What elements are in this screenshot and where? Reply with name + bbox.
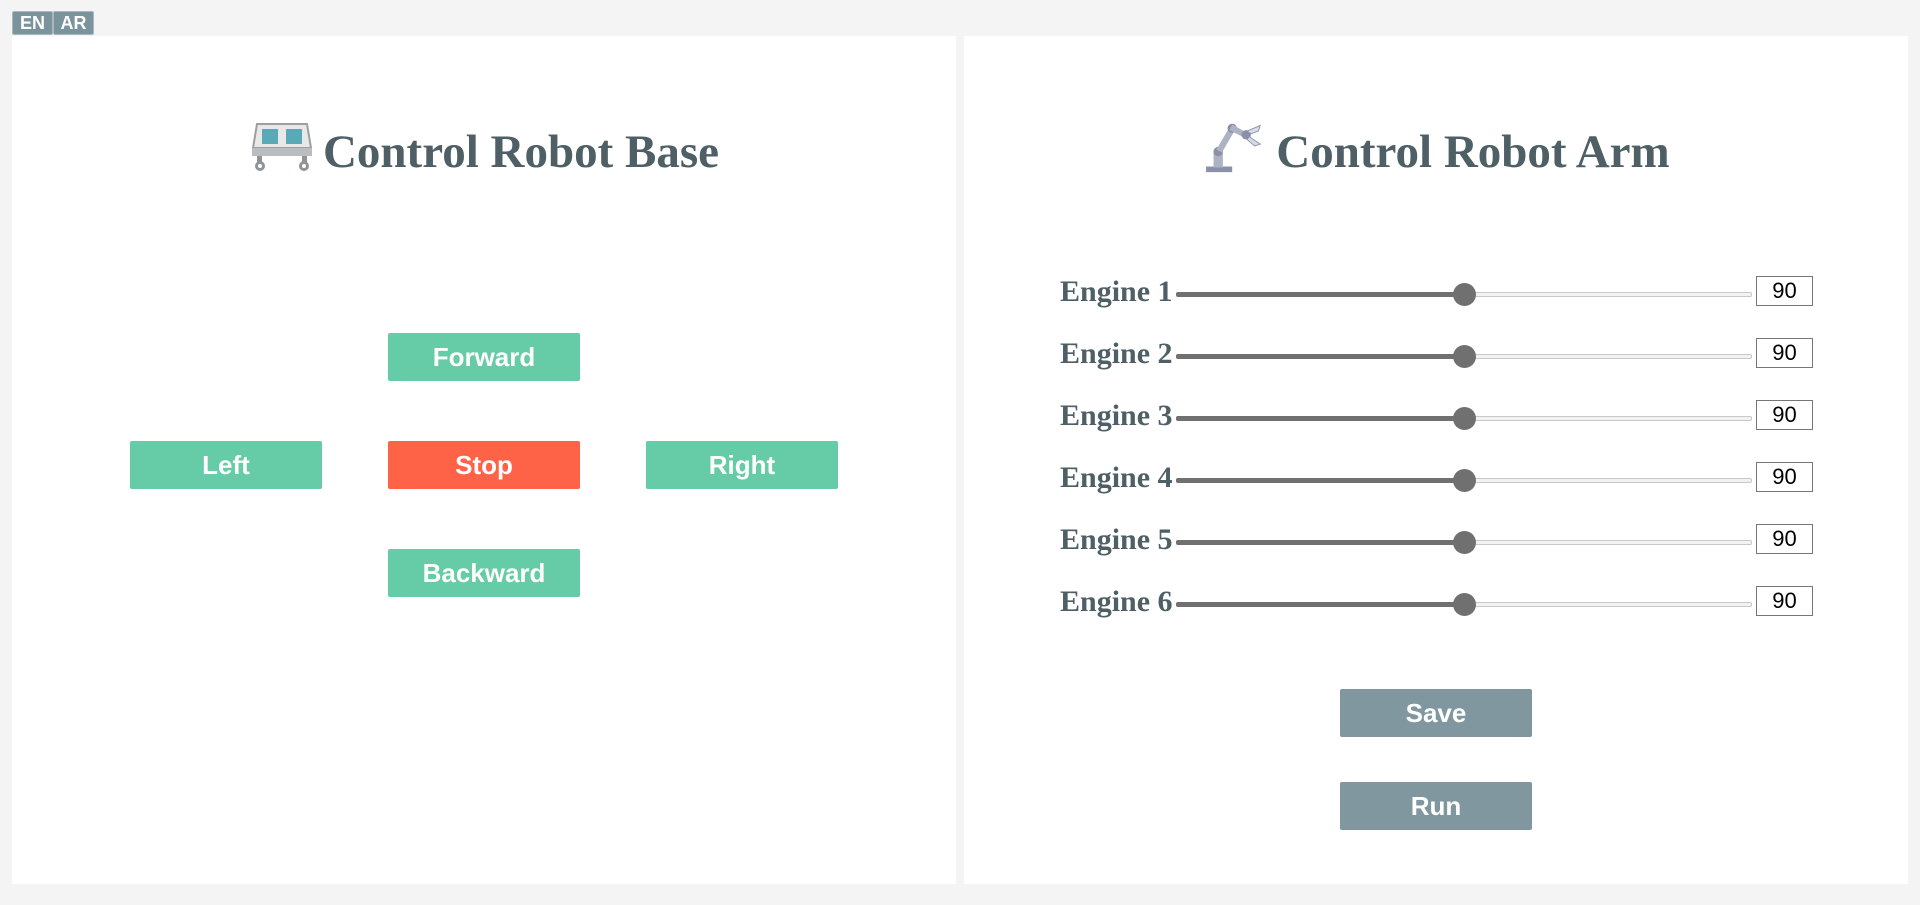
language-en-button[interactable]: EN xyxy=(12,11,53,35)
slider-track xyxy=(1464,292,1752,297)
arm-title-row: Control Robot Arm xyxy=(964,118,1908,178)
engine-slider[interactable] xyxy=(1176,531,1752,554)
engine-value-input[interactable]: 90 xyxy=(1756,586,1813,616)
engine-slider[interactable] xyxy=(1176,469,1752,492)
engine-row: Engine 4 90 xyxy=(1060,460,1830,496)
engine-value-input[interactable]: 90 xyxy=(1756,524,1813,554)
engine-row: Engine 5 90 xyxy=(1060,522,1830,558)
language-ar-button[interactable]: AR xyxy=(53,11,94,35)
slider-thumb[interactable] xyxy=(1453,345,1476,368)
slider-fill xyxy=(1176,416,1464,421)
slider-fill xyxy=(1176,540,1464,545)
left-button[interactable]: Left xyxy=(130,441,322,489)
engine-label: Engine 3 xyxy=(1060,399,1173,432)
engine-slider[interactable] xyxy=(1176,283,1752,306)
robot-base-icon xyxy=(251,123,313,171)
engine-value-input[interactable]: 90 xyxy=(1756,462,1813,492)
robot-arm-panel: Control Robot Arm Engine 1 90 Engine 2 90 En… xyxy=(964,36,1908,884)
slider-thumb[interactable] xyxy=(1453,531,1476,554)
engine-row: Engine 3 90 xyxy=(1060,398,1830,434)
robot-base-panel: Control Robot Base Forward Left Stop Rig… xyxy=(12,36,956,884)
slider-track xyxy=(1464,354,1752,359)
engine-label: Engine 5 xyxy=(1060,523,1173,556)
slider-track xyxy=(1464,540,1752,545)
engine-label: Engine 1 xyxy=(1060,275,1173,308)
engine-slider[interactable] xyxy=(1176,593,1752,616)
base-title: Control Robot Base xyxy=(322,126,720,178)
language-switcher: EN AR xyxy=(12,11,94,35)
engine-value-input[interactable]: 90 xyxy=(1756,276,1813,306)
slider-thumb[interactable] xyxy=(1453,593,1476,616)
engine-label: Engine 2 xyxy=(1060,337,1173,370)
slider-fill xyxy=(1176,602,1464,607)
engine-slider[interactable] xyxy=(1176,345,1752,368)
backward-button[interactable]: Backward xyxy=(388,549,580,597)
engine-row: Engine 6 90 xyxy=(1060,584,1830,620)
arm-title: Control Robot Arm xyxy=(1276,126,1670,178)
engine-label: Engine 4 xyxy=(1060,461,1173,494)
stop-button[interactable]: Stop xyxy=(388,441,580,489)
engine-label: Engine 6 xyxy=(1060,585,1173,618)
slider-track xyxy=(1464,602,1752,607)
engine-row: Engine 1 90 xyxy=(1060,274,1830,310)
engine-value-input[interactable]: 90 xyxy=(1756,338,1813,368)
slider-fill xyxy=(1176,354,1464,359)
slider-thumb[interactable] xyxy=(1453,283,1476,306)
slider-thumb[interactable] xyxy=(1453,407,1476,430)
engine-row: Engine 2 90 xyxy=(1060,336,1830,372)
forward-button[interactable]: Forward xyxy=(388,333,580,381)
engine-value-input[interactable]: 90 xyxy=(1756,400,1813,430)
slider-fill xyxy=(1176,292,1464,297)
robot-arm-icon xyxy=(1206,123,1262,173)
run-button[interactable]: Run xyxy=(1340,782,1532,830)
slider-track xyxy=(1464,416,1752,421)
slider-fill xyxy=(1176,478,1464,483)
save-button[interactable]: Save xyxy=(1340,689,1532,737)
right-button[interactable]: Right xyxy=(646,441,838,489)
slider-thumb[interactable] xyxy=(1453,469,1476,492)
slider-track xyxy=(1464,478,1752,483)
engine-slider[interactable] xyxy=(1176,407,1752,430)
base-title-row: Control Robot Base xyxy=(12,118,956,178)
